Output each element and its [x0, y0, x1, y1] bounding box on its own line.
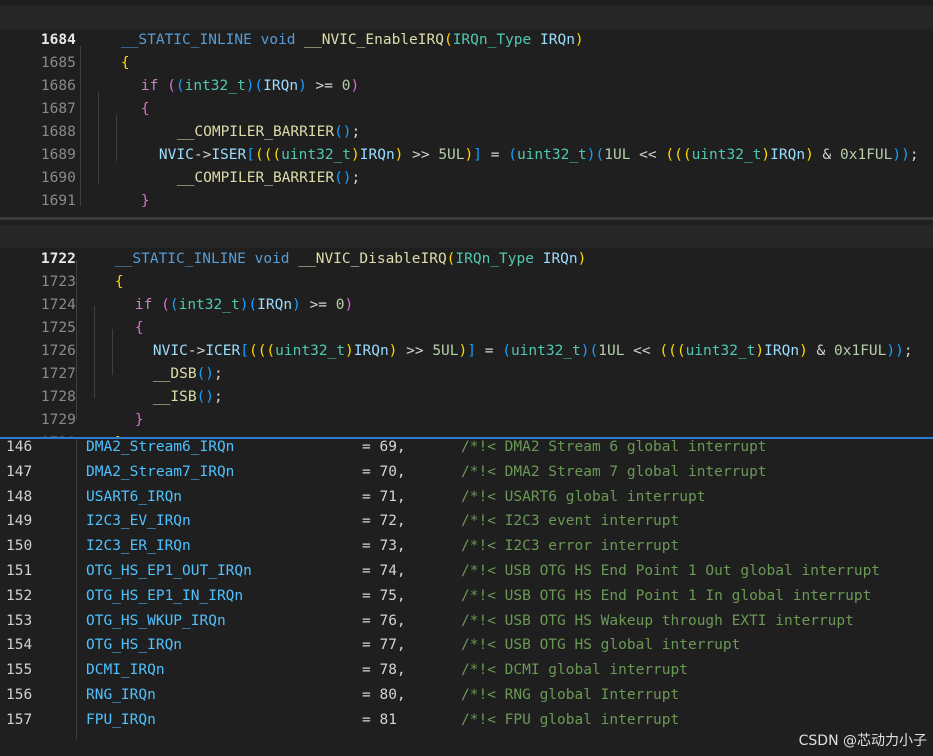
- code-line[interactable]: 1722 __STATIC_INLINE void __NVIC_DisableI…: [0, 225, 933, 267]
- enum-comment: /*!< I2C3 event interrupt: [461, 513, 680, 530]
- enum-comment: /*!< DCMI global interrupt: [461, 662, 688, 679]
- line-number: 156: [6, 687, 33, 703]
- code-line[interactable]: 1690 __COMPILER_BARRIER();: [0, 144, 360, 186]
- code-line[interactable]: 1691}: [0, 167, 150, 209]
- enum-name: I2C3_EV_IRQn: [86, 513, 191, 530]
- enum-line[interactable]: 157 FPU_IRQn = 81 /*!< FPU global interrupt: [0, 709, 679, 732]
- enum-value: = 80,: [362, 687, 406, 703]
- enum-line[interactable]: 150 I2C3_ER_IRQn = 73, /*!< I2C3 error inte…: [0, 535, 679, 558]
- enum-comment: /*!< DMA2 Stream 6 global interrupt: [461, 439, 767, 455]
- code-text: __STATIC_INLINE void __NVIC_EnableIRQ(IR…: [120, 32, 584, 48]
- enum-line[interactable]: 148 USART6_IRQn = 71, /*!< USART6 global in…: [0, 486, 705, 509]
- code-line[interactable]: 1685{: [0, 29, 130, 71]
- line-number: 151: [6, 563, 33, 579]
- enum-line[interactable]: 152 OTG_HS_EP1_IN_IRQn = 75, /*!< USB OTG H…: [0, 585, 871, 608]
- code-line[interactable]: 1688 __COMPILER_BARRIER();: [0, 98, 360, 140]
- enum-value: = 76,: [362, 612, 406, 629]
- enum-value: = 74,: [362, 563, 406, 579]
- code-line[interactable]: 1729}: [0, 386, 144, 428]
- code-panel-disable-irq: 1722 __STATIC_INLINE void __NVIC_DisableI…: [0, 217, 933, 440]
- enum-comment: /*!< RNG global Interrupt: [461, 687, 680, 703]
- enum-name: OTG_HS_WKUP_IRQn: [86, 612, 226, 629]
- code-line[interactable]: 1725{: [0, 294, 144, 336]
- csdn-watermark: CSDN @芯动力小子: [798, 733, 927, 749]
- line-number: 157: [6, 711, 33, 728]
- enum-line[interactable]: 153 OTG_HS_WKUP_IRQn = 76, /*!< USB OTG HS …: [0, 610, 854, 633]
- code-line[interactable]: 1686 if ((int32_t)(IRQn) >= 0): [0, 52, 359, 94]
- enum-value: = 81: [362, 711, 397, 728]
- enum-name: DCMI_IRQn: [86, 662, 165, 679]
- enum-name: I2C3_ER_IRQn: [86, 538, 191, 555]
- enum-name: FPU_IRQn: [86, 711, 156, 728]
- enum-comment: /*!< USB OTG HS End Point 1 In global in…: [461, 587, 872, 604]
- line-number: 154: [6, 637, 33, 654]
- code-line[interactable]: 1728 __ISB();: [0, 363, 223, 405]
- enum-comment: /*!< USB OTG HS Wakeup through EXTI inte…: [461, 612, 854, 629]
- enum-name: USART6_IRQn: [86, 488, 183, 505]
- enum-comment: /*!< I2C3 error interrupt: [461, 538, 680, 555]
- code-line[interactable]: 1723{: [0, 248, 124, 290]
- code-line[interactable]: 1689 NVIC->ISER[(((uint32_t)IRQn) >> 5UL)…: [0, 121, 919, 163]
- enum-name: OTG_HS_IRQn: [86, 637, 183, 654]
- enum-value: = 77,: [362, 637, 406, 654]
- enum-value: = 71,: [362, 488, 406, 505]
- enum-name: RNG_IRQn: [86, 687, 156, 703]
- line-number: 153: [6, 612, 33, 629]
- code-line[interactable]: 1692}: [0, 190, 130, 217]
- enum-comment: /*!< USB OTG HS End Point 1 Out global i…: [461, 563, 881, 579]
- line-number: 148: [6, 488, 33, 505]
- enum-value: = 69,: [362, 439, 406, 455]
- enum-value: = 73,: [362, 538, 406, 555]
- line-number: 152: [6, 587, 33, 604]
- enum-line[interactable]: 147 DMA2_Stream7_IRQn = 70, /*!< DMA2 Strea…: [0, 461, 767, 484]
- enum-comment: /*!< USART6 global interrupt: [461, 488, 706, 505]
- line-number: 146: [6, 439, 33, 455]
- enum-line[interactable]: 155 DCMI_IRQn = 78, /*!< DCMI global interr…: [0, 659, 688, 682]
- code-panel-irqn-enum: 146 DMA2_Stream6_IRQn = 69, /*!< DMA2 Strea…: [0, 437, 933, 756]
- enum-value: = 75,: [362, 587, 406, 604]
- enum-line[interactable]: 156 RNG_IRQn = 80, /*!< RNG global Interrup…: [0, 684, 679, 707]
- code-panel-enable-irq: 1684 __STATIC_INLINE void __NVIC_EnableIR…: [0, 0, 933, 217]
- enum-value: = 72,: [362, 513, 406, 530]
- enum-name: OTG_HS_EP1_IN_IRQn: [86, 587, 244, 604]
- indent-guide: [76, 439, 77, 739]
- line-number: 147: [6, 463, 33, 480]
- enum-value: = 70,: [362, 463, 406, 480]
- code-line[interactable]: 1684 __STATIC_INLINE void __NVIC_EnableIR…: [0, 6, 933, 48]
- line-number: 155: [6, 662, 33, 679]
- enum-line[interactable]: 154 OTG_HS_IRQn = 77, /*!< USB OTG HS globa…: [0, 634, 740, 657]
- enum-name: DMA2_Stream6_IRQn: [86, 439, 235, 455]
- enum-line[interactable]: 146 DMA2_Stream6_IRQn = 69, /*!< DMA2 Strea…: [0, 439, 767, 459]
- code-line[interactable]: 1724 if ((int32_t)(IRQn) >= 0): [0, 271, 353, 313]
- line-number: 150: [6, 538, 33, 555]
- enum-comment: /*!< FPU global interrupt: [461, 711, 680, 728]
- code-line[interactable]: 1687{: [0, 75, 150, 117]
- code-line[interactable]: 1726 NVIC->ICER[(((uint32_t)IRQn) >> 5UL)…: [0, 317, 913, 359]
- code-line[interactable]: 1730}: [0, 409, 124, 440]
- enum-line[interactable]: 151 OTG_HS_EP1_OUT_IRQn = 74, /*!< USB OTG …: [0, 560, 880, 583]
- enum-line[interactable]: 149 I2C3_EV_IRQn = 72, /*!< I2C3 event inte…: [0, 510, 679, 533]
- enum-name: DMA2_Stream7_IRQn: [86, 463, 235, 480]
- code-text: __STATIC_INLINE void __NVIC_DisableIRQ(I…: [114, 251, 587, 267]
- enum-comment: /*!< USB OTG HS global interrupt: [461, 637, 741, 654]
- enum-comment: /*!< DMA2 Stream 7 global interrupt: [461, 463, 767, 480]
- line-number: 149: [6, 513, 33, 530]
- code-line[interactable]: 1727 __DSB();: [0, 340, 223, 382]
- enum-value: = 78,: [362, 662, 406, 679]
- enum-name: OTG_HS_EP1_OUT_IRQn: [86, 563, 252, 579]
- code-line[interactable]: 158} IRQn_Type;: [0, 735, 206, 756]
